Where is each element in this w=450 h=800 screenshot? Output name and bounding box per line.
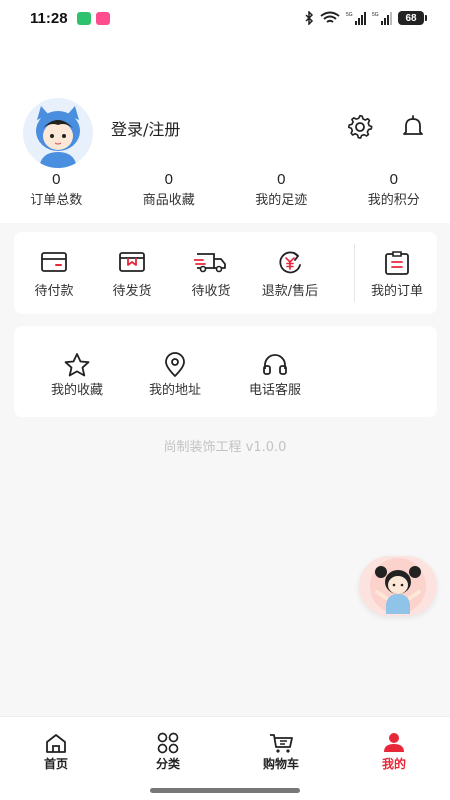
order-label: 待收货 <box>191 284 231 299</box>
order-pending-receipt[interactable]: 待收货 <box>171 232 251 314</box>
order-label: 待发货 <box>112 284 152 299</box>
avatar[interactable] <box>23 98 93 168</box>
divider <box>354 244 355 302</box>
orders-card: 待付款 待发货 待收货 退款/售后 我的订单 <box>14 232 437 314</box>
stat-value: 0 <box>52 171 61 188</box>
status-bar: 11:28 5G 5G 68 <box>0 0 450 40</box>
app-notification-icon <box>96 12 110 25</box>
my-orders[interactable]: 我的订单 <box>357 232 437 314</box>
wechat-notification-icon <box>77 12 91 25</box>
cartoon-boy-avatar-icon <box>23 98 93 168</box>
service-phone-support[interactable]: 电话客服 <box>225 326 325 417</box>
home-indicator[interactable] <box>150 788 300 793</box>
stat-favorites[interactable]: 0 商品收藏 <box>113 170 226 211</box>
wifi-icon <box>320 11 340 23</box>
headset-icon <box>263 354 287 375</box>
order-pending-payment[interactable]: 待付款 <box>14 232 94 314</box>
stat-order-total[interactable]: 0 订单总数 <box>0 170 113 211</box>
order-label: 我的订单 <box>370 284 423 299</box>
settings-gear-icon[interactable] <box>346 113 374 141</box>
svg-text:5G: 5G <box>372 12 379 18</box>
tab-label: 分类 <box>155 757 180 771</box>
location-pin-icon <box>165 352 185 377</box>
service-address[interactable]: 我的地址 <box>125 326 225 417</box>
signal-icon: 5G <box>346 12 366 25</box>
order-list-icon <box>385 251 409 275</box>
order-label: 待付款 <box>34 284 74 299</box>
stat-label: 我的足迹 <box>255 193 308 208</box>
tab-label: 首页 <box>43 757 68 771</box>
stat-label: 商品收藏 <box>142 193 195 208</box>
refund-yen-icon <box>279 251 301 274</box>
profile-stats: 0 订单总数 0 商品收藏 0 我的足迹 0 我的积分 <box>0 170 450 211</box>
order-refund-aftersales[interactable]: 退款/售后 <box>250 232 330 314</box>
user-icon <box>384 733 404 752</box>
service-favorites[interactable]: 我的收藏 <box>27 326 127 417</box>
svg-text:5G: 5G <box>346 12 353 18</box>
order-pending-shipment[interactable]: 待发货 <box>92 232 172 314</box>
battery-indicator: 68 <box>398 11 427 25</box>
home-icon <box>46 734 66 753</box>
stat-footprints[interactable]: 0 我的足迹 <box>225 170 338 211</box>
stat-label: 订单总数 <box>30 193 83 208</box>
stat-points[interactable]: 0 我的积分 <box>338 170 450 211</box>
package-box-icon <box>119 252 145 272</box>
signal-icon: 5G <box>372 12 392 25</box>
service-label: 电话客服 <box>248 383 301 398</box>
wallet-card-icon <box>41 252 67 272</box>
customer-service-float-button[interactable] <box>359 556 437 616</box>
tab-label: 我的 <box>381 757 406 771</box>
app-version: 尚制装饰工程 v1.0.0 <box>163 440 287 455</box>
stat-label: 我的积分 <box>367 193 420 208</box>
order-label: 退款/售后 <box>261 284 319 299</box>
delivery-truck-icon <box>194 253 226 273</box>
service-label: 我的收藏 <box>50 383 103 398</box>
tab-home[interactable]: 首页 <box>0 717 112 777</box>
service-label: 我的地址 <box>148 383 201 398</box>
tab-label: 购物车 <box>262 757 299 771</box>
profile-header: 登录/注册 0 订单总数 0 商品收藏 0 我的足迹 0 我的积分 <box>0 40 450 223</box>
star-icon <box>64 353 90 377</box>
login-register-link[interactable]: 登录/注册 <box>111 116 180 140</box>
stat-value: 0 <box>277 171 286 188</box>
cart-icon <box>270 734 293 753</box>
services-card: 我的收藏 我的地址 电话客服 <box>14 326 437 417</box>
status-icons: 5G 5G 68 <box>304 11 427 25</box>
status-time: 11:28 <box>30 10 68 27</box>
mascot-girl-icon <box>370 558 426 614</box>
category-grid-icon <box>157 732 179 754</box>
tab-category[interactable]: 分类 <box>112 717 224 777</box>
tab-mine[interactable]: 我的 <box>338 717 450 777</box>
tab-cart[interactable]: 购物车 <box>225 717 337 777</box>
notification-bell-icon[interactable] <box>399 113 427 141</box>
stat-value: 0 <box>389 171 398 188</box>
stat-value: 0 <box>164 171 173 188</box>
bluetooth-icon <box>305 11 314 25</box>
